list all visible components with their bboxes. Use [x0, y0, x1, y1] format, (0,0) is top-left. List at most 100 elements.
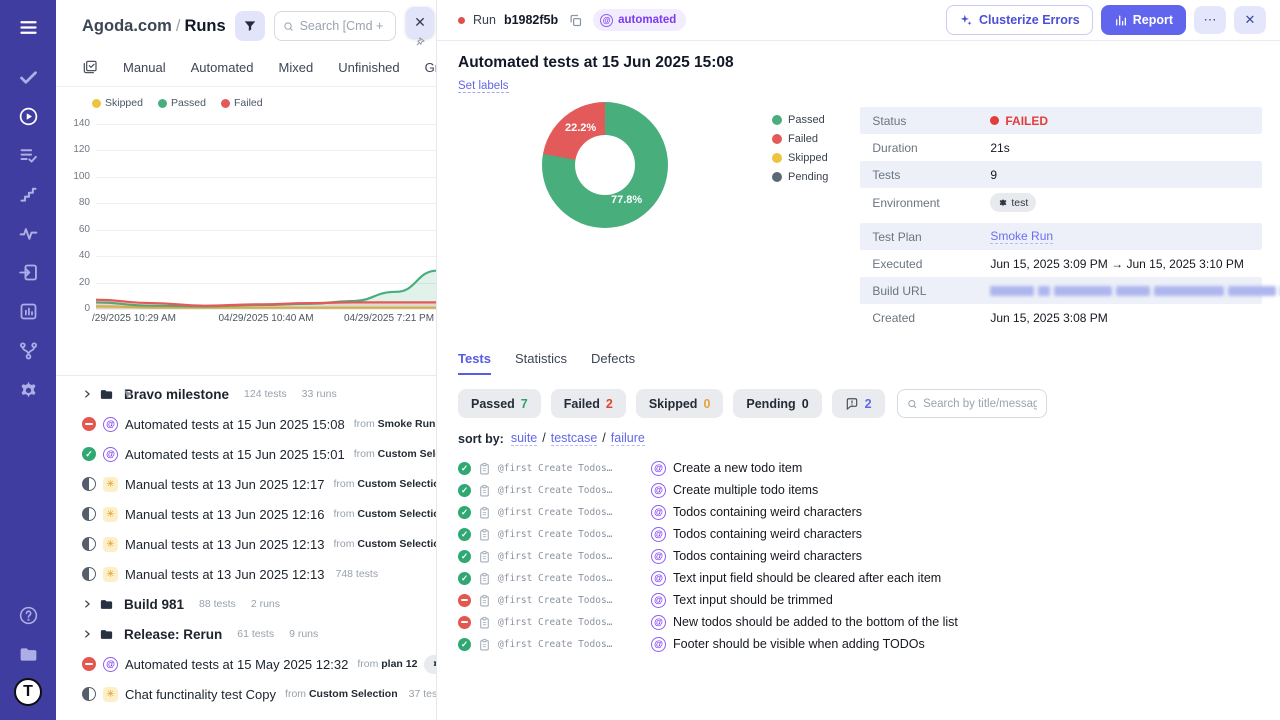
test-title[interactable]: Footer should be visible when adding TOD… [673, 637, 925, 651]
test-suite-path[interactable]: @first Create Todos… [498, 617, 620, 628]
tests-search-input[interactable] [923, 397, 1037, 410]
run-row[interactable]: @ Automated tests at 15 May 2025 12:32 f… [56, 649, 436, 679]
report-button[interactable]: Report [1100, 5, 1186, 35]
test-title[interactable]: Text input should be trimmed [673, 593, 833, 607]
runs-search-input[interactable] [299, 19, 387, 33]
detail-label: Environment [872, 195, 940, 210]
tab-tests[interactable]: Tests [458, 351, 491, 375]
test-suite-path[interactable]: @first Create Todos… [498, 551, 620, 562]
clusterize-errors-button[interactable]: Clusterize Errors [945, 5, 1093, 35]
filter-pill-comments[interactable]: 2 [831, 389, 885, 418]
run-row[interactable]: ✳ Manual tests at 13 Jun 2025 12:13 from… [56, 529, 436, 559]
help-icon[interactable] [13, 600, 43, 630]
test-suite-path[interactable]: @first Create Todos… [498, 507, 620, 518]
group-runs-count: 9 runs [289, 628, 319, 640]
runs-tab-manual[interactable]: Manual [123, 60, 166, 75]
run-row[interactable]: ✳ Manual tests at 13 Jun 2025 12:13 748 … [56, 559, 436, 589]
run-status-dot [458, 16, 465, 24]
run-row[interactable]: @ Automated tests at 15 Jun 2025 15:08 f… [56, 409, 436, 439]
clipboard-icon [478, 572, 491, 585]
set-labels-link[interactable]: Set labels [458, 80, 509, 93]
runs-tab-automated[interactable]: Automated [191, 60, 254, 75]
test-row[interactable]: @first Create Todos… @ Create a new todo… [458, 457, 1260, 479]
breadcrumb-project[interactable]: Agoda.com [82, 17, 172, 35]
detail-value: 9 [990, 167, 998, 182]
run-row[interactable]: @ Automated tests at 15 Jun 2025 15:01 f… [56, 439, 436, 469]
activity-pulse-icon[interactable] [13, 218, 43, 248]
chevron-right-icon[interactable] [82, 389, 92, 399]
sort-by-failure[interactable]: failure [610, 431, 645, 446]
test-suite-path[interactable]: @first Create Todos… [498, 529, 620, 540]
tasks-check-icon[interactable] [13, 62, 43, 92]
import-icon[interactable] [13, 257, 43, 287]
test-row[interactable]: @first Create Todos… @ Create multiple t… [458, 479, 1260, 501]
tab-defects[interactable]: Defects [591, 351, 635, 375]
filter-pill-skipped[interactable]: Skipped 0 [635, 389, 724, 418]
settings-gear-icon[interactable] [13, 374, 43, 404]
sort-by-suite[interactable]: suite [510, 431, 538, 446]
runs-search[interactable] [273, 11, 396, 41]
sort-by-testcase[interactable]: testcase [550, 431, 598, 446]
app-logo[interactable]: T [14, 678, 42, 706]
donut-legend-item: Failed [772, 133, 828, 145]
test-row[interactable]: @first Create Todos… @ Footer should be … [458, 633, 1260, 655]
select-all-icon[interactable] [82, 59, 98, 75]
test-title[interactable]: New todos should be added to the bottom … [673, 615, 958, 629]
test-suite-path[interactable]: @first Create Todos… [498, 485, 620, 496]
test-status-icon [458, 615, 471, 629]
list-check-icon[interactable] [13, 140, 43, 170]
run-row[interactable]: ✳ Manual tests at 13 Jun 2025 12:16 from… [56, 499, 436, 529]
x-tick-label: 04/29/2025 7:21 PM [343, 313, 435, 324]
run-row-title: Manual tests at 13 Jun 2025 12:13 [125, 566, 325, 582]
tab-statistics[interactable]: Statistics [515, 351, 567, 375]
filter-pill-failed[interactable]: Failed 2 [550, 389, 626, 418]
test-title[interactable]: Todos containing weird characters [673, 505, 862, 519]
panel-close-button[interactable]: ✕ [406, 7, 434, 38]
test-title[interactable]: Text input field should be cleared after… [673, 571, 941, 585]
chevron-right-icon[interactable] [82, 599, 92, 609]
run-group-row[interactable]: Release: Rerun 61 tests 9 runs [56, 619, 436, 649]
menu-icon[interactable] [13, 12, 43, 42]
copy-icon[interactable] [566, 11, 585, 30]
gear-icon [434, 661, 436, 667]
runs-tab-unfinished[interactable]: Unfinished [338, 60, 399, 75]
branch-icon[interactable] [13, 335, 43, 365]
runs-tab-groups[interactable]: Groups [425, 60, 436, 75]
chevron-right-icon[interactable] [82, 629, 92, 639]
test-row[interactable]: @first Create Todos… @ Todos containing … [458, 545, 1260, 567]
test-row[interactable]: @first Create Todos… @ New todos should … [458, 611, 1260, 633]
steps-icon[interactable] [13, 179, 43, 209]
analytics-icon[interactable] [13, 296, 43, 326]
test-suite-path[interactable]: @first Create Todos… [498, 573, 620, 584]
automated-badge[interactable]: @ automated [593, 9, 687, 31]
run-group-row[interactable]: Build 981 88 tests 2 runs [56, 589, 436, 619]
run-status-icon [82, 657, 96, 671]
filter-pill-passed[interactable]: Passed 7 [458, 389, 541, 418]
test-row[interactable]: @first Create Todos… @ Text input field … [458, 567, 1260, 589]
test-suite-path[interactable]: @first Create Todos… [498, 639, 620, 650]
test-title[interactable]: Create multiple todo items [673, 483, 818, 497]
test-row[interactable]: @first Create Todos… @ Todos containing … [458, 501, 1260, 523]
test-title[interactable]: Todos containing weird characters [673, 549, 862, 563]
run-row[interactable]: ✳ Manual tests at 13 Jun 2025 12:17 from… [56, 469, 436, 499]
test-title[interactable]: Create a new todo item [673, 461, 802, 475]
runs-tab-mixed[interactable]: Mixed [279, 60, 314, 75]
test-suite-path[interactable]: @first Create Todos… [498, 463, 620, 474]
tests-search[interactable] [896, 389, 1047, 418]
test-row[interactable]: @first Create Todos… @ Todos containing … [458, 523, 1260, 545]
run-row-title: Automated tests at 15 Jun 2025 15:08 [125, 416, 345, 432]
detail-row: Status FAILED [860, 107, 1263, 134]
test-suite-path[interactable]: @first Create Todos… [498, 595, 620, 606]
close-run-button[interactable]: ✕ [1234, 6, 1266, 34]
test-title[interactable]: Todos containing weird characters [673, 527, 862, 541]
filter-button[interactable] [234, 11, 265, 41]
runs-play-icon[interactable] [13, 101, 43, 131]
test-row[interactable]: @first Create Todos… @ Text input should… [458, 589, 1260, 611]
filter-pill-pending[interactable]: Pending 0 [733, 389, 822, 418]
run-group-row[interactable]: Bravo milestone 124 tests 33 runs [56, 379, 436, 409]
test-plan-link[interactable]: Smoke Run [990, 229, 1054, 244]
run-row[interactable]: ✳ Chat functinality test Copy from Custo… [56, 679, 436, 709]
documents-folder-icon[interactable] [13, 639, 43, 669]
more-button[interactable]: ⋯ [1194, 6, 1226, 34]
pin-icon[interactable] [415, 36, 426, 47]
